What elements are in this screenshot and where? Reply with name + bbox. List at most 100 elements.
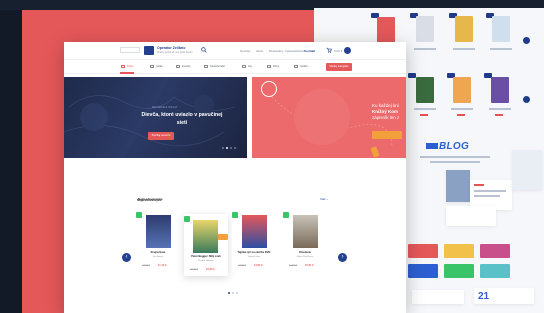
category-tile[interactable] bbox=[480, 244, 510, 258]
carousel-next-arrow[interactable] bbox=[523, 37, 530, 44]
book-title-line bbox=[490, 48, 512, 50]
search-icon[interactable] bbox=[201, 47, 207, 53]
book-cover bbox=[242, 215, 267, 248]
carousel-prev-button[interactable]: ‹ bbox=[122, 253, 131, 262]
music-icon bbox=[294, 65, 298, 68]
category-hry[interactable]: Hry bbox=[242, 65, 252, 68]
book-card[interactable]: Tajinka rýč na zázriku DVD Gabriel Gerá … bbox=[232, 210, 276, 272]
all-categories-button[interactable]: Všetky kategórie bbox=[326, 63, 352, 71]
hero-banner[interactable]: RECENZIA KNIHY Dievča, ktoré uviazlo v p… bbox=[64, 77, 247, 158]
book-title-line bbox=[453, 48, 475, 50]
book-price: 11,12 € bbox=[158, 264, 167, 267]
book-title: Peter Bugger: Milý zvah bbox=[191, 255, 221, 258]
book-old-price: 12,90 € bbox=[142, 264, 150, 267]
blog-card[interactable] bbox=[512, 150, 542, 190]
category-filmy[interactable]: Filmy bbox=[267, 65, 279, 68]
blog-tag bbox=[474, 184, 484, 186]
info-card bbox=[412, 290, 464, 304]
blog-intro-line bbox=[430, 161, 480, 163]
blog-card[interactable] bbox=[446, 170, 470, 202]
blog-card[interactable] bbox=[446, 206, 496, 226]
book-cover bbox=[453, 77, 471, 103]
book-cover bbox=[455, 16, 473, 42]
book-card[interactable]: Krajcerkuze Ján Bartoš 12,90 € 11,12 € bbox=[136, 210, 180, 272]
stat-number: 21 bbox=[478, 291, 490, 302]
promo-banner[interactable]: Ku každej kni Knižný Kom zápisník len z bbox=[252, 77, 406, 158]
category-hudba[interactable]: Hudba bbox=[294, 65, 308, 68]
book-title-line bbox=[489, 108, 511, 110]
category-bar: Knihy Audio E-knihy Spoločenské Hry Film… bbox=[64, 61, 406, 74]
main-page-mockup: Operator Zelibrio Online portal of new a… bbox=[64, 42, 406, 313]
book-old-price: 17,90 € bbox=[289, 264, 297, 267]
book-cover bbox=[492, 16, 510, 42]
menu-toggle[interactable] bbox=[120, 47, 140, 53]
book-cover bbox=[416, 16, 434, 42]
price-badge bbox=[408, 73, 416, 78]
category-tile[interactable] bbox=[480, 264, 510, 278]
category-audio[interactable]: Audio bbox=[150, 65, 163, 68]
book-price bbox=[457, 114, 465, 116]
user-icon[interactable] bbox=[344, 47, 351, 54]
dice-icon bbox=[204, 65, 208, 68]
carousel-next-arrow[interactable] bbox=[523, 96, 530, 103]
category-knihy[interactable]: Knihy bbox=[121, 65, 134, 68]
blog-card-line bbox=[474, 195, 500, 197]
dark-sidebar-strip bbox=[0, 0, 22, 313]
hero-title: Dievča, ktoré uviazlo v pavučinej sieti bbox=[141, 112, 223, 126]
book-title-line bbox=[414, 48, 436, 50]
promo-line-3: zápisník len z bbox=[372, 115, 400, 120]
screenshot-stage: BLOG 21 Operator Zelibrio Online portal … bbox=[0, 0, 544, 313]
site-logo-icon[interactable] bbox=[144, 46, 154, 55]
book-card-highlighted[interactable]: Peter Bugger: Milý zvah Rudolf Sloboda 1… bbox=[184, 214, 228, 276]
book-price: 12,91 € bbox=[254, 264, 263, 267]
hero-read-review-button[interactable]: Prečítaj recenziu bbox=[148, 132, 174, 140]
active-category-underline bbox=[120, 72, 134, 74]
promo-badge-icon bbox=[261, 81, 277, 97]
book-author: Gabriel Gerá bbox=[247, 256, 261, 258]
book-price bbox=[420, 114, 428, 116]
book-old-price: 16,90 € bbox=[190, 268, 198, 271]
nav-kontakt[interactable]: Kontakt bbox=[304, 49, 315, 53]
film-icon bbox=[267, 65, 271, 68]
book-author: Ján Bartoš bbox=[152, 256, 164, 258]
carousel-next-button[interactable]: › bbox=[338, 253, 347, 262]
book-cover bbox=[293, 215, 318, 248]
book-title: Krajcerkuze bbox=[150, 251, 166, 254]
nav-bestsellery[interactable]: Bestsellery bbox=[269, 49, 284, 53]
book-old-price: 14,90 € bbox=[238, 264, 246, 267]
category-eknihy[interactable]: E-knihy bbox=[176, 65, 191, 68]
book-cover bbox=[146, 215, 171, 248]
category-tile[interactable] bbox=[408, 264, 438, 278]
bestsellers-more-link[interactable]: Viac › bbox=[320, 197, 328, 201]
site-name[interactable]: Operator Zelibrio bbox=[157, 46, 185, 50]
category-tile[interactable] bbox=[408, 244, 438, 258]
category-tile[interactable] bbox=[444, 264, 474, 278]
book-cover bbox=[193, 220, 218, 253]
promo-line-2: Knižný Kom bbox=[372, 109, 399, 114]
book-card[interactable]: Ohodenie Mária Ďuríčková 17,90 € 15,51 € bbox=[283, 210, 327, 272]
category-tile[interactable] bbox=[444, 244, 474, 258]
book-title-line bbox=[451, 108, 473, 110]
book-title: Ohodenie bbox=[299, 251, 311, 254]
cart-icon[interactable] bbox=[326, 47, 332, 53]
book-price bbox=[495, 114, 503, 116]
book-price: 15,03 € bbox=[206, 268, 215, 271]
category-spolocenske[interactable]: Spoločenské bbox=[204, 65, 225, 68]
sale-tag bbox=[232, 212, 238, 218]
book-cover bbox=[491, 77, 509, 103]
carousel-pagination[interactable] bbox=[228, 292, 238, 294]
blog-intro-line bbox=[420, 156, 490, 158]
tablet-icon bbox=[176, 65, 180, 68]
promo-button[interactable] bbox=[372, 131, 402, 139]
hero-kicker: RECENZIA KNIHY bbox=[152, 106, 178, 109]
bestsellers-heading: Najpredávanejšie bbox=[138, 197, 163, 201]
promo-line-1: Ku každej kni bbox=[372, 103, 399, 108]
nav-akcie[interactable]: Akcie bbox=[256, 49, 263, 53]
cart-total[interactable]: 0,00 € bbox=[334, 49, 342, 53]
sale-tag bbox=[184, 216, 190, 222]
hero-pagination[interactable] bbox=[222, 147, 236, 149]
sale-tag bbox=[283, 212, 289, 218]
nav-novinky[interactable]: Novinky bbox=[240, 49, 251, 53]
gamepad-icon bbox=[242, 65, 246, 68]
nav-vydavatelstva[interactable]: Vydavateľstvá bbox=[285, 49, 304, 53]
